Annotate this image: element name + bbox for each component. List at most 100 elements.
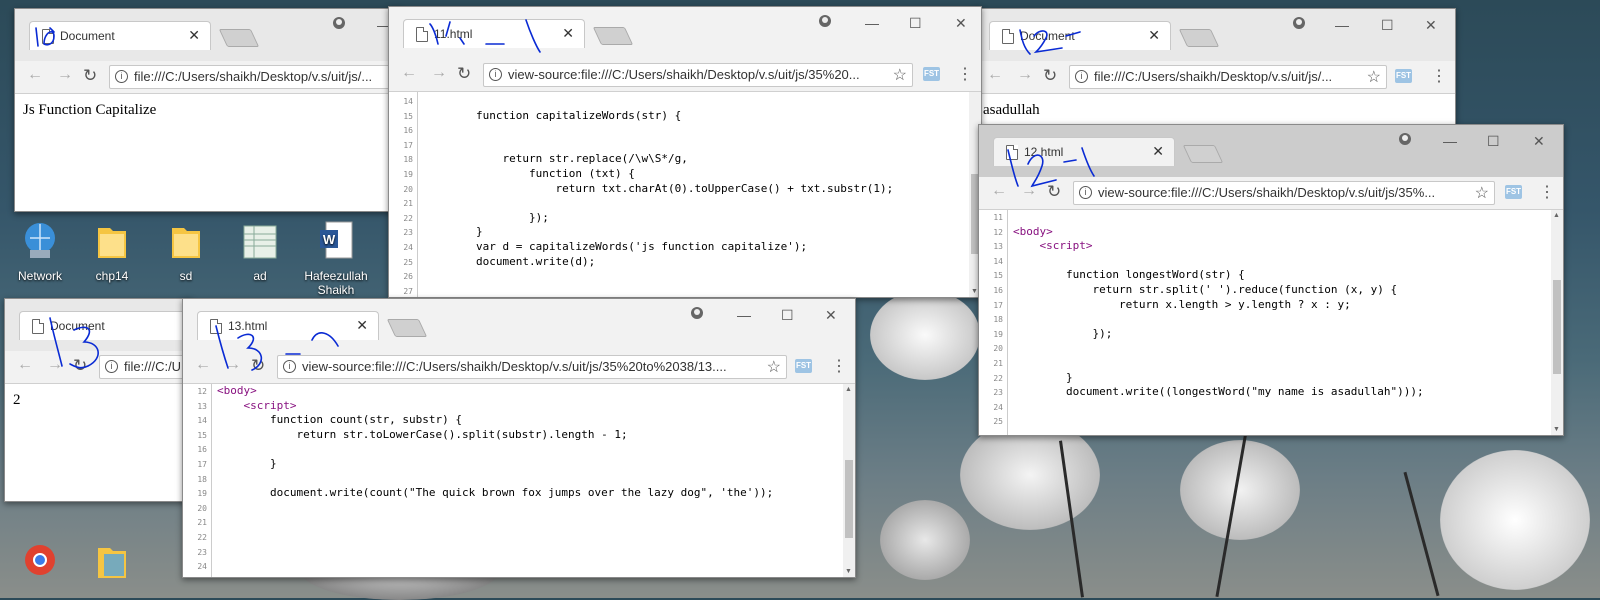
profile-icon[interactable] [1293,17,1305,29]
line-number: 19 [197,489,207,499]
new-tab-button[interactable] [218,29,260,47]
maximize-icon[interactable]: ☐ [781,307,794,324]
source-line: 27 [389,284,981,297]
new-tab-button[interactable] [1182,145,1224,163]
desktop-icon-chp14[interactable]: chp14 [72,220,152,283]
source-lines: 11 12 <body> 13 <script> 14 15 function longe… [979,210,1563,429]
source-code: document.write(d); [423,254,596,268]
line-number: 20 [197,503,207,513]
url-text: file:///C:/U [124,359,182,374]
new-tab-button[interactable] [1178,29,1220,47]
back-icon[interactable]: ← [987,66,1003,84]
maximize-icon[interactable]: ☐ [1381,17,1394,34]
address-bar[interactable]: i file:///C:/Users/shaikh/Desktop/v.s/ui… [109,65,401,89]
star-icon[interactable]: ☆ [767,357,781,377]
desktop-icon-ad[interactable]: ad [220,220,300,283]
desktop-icon-folder[interactable] [72,540,152,589]
minimize-icon[interactable]: — [865,15,879,31]
source-line: 17 } [183,457,855,472]
extension-icon[interactable]: FST [1505,185,1522,199]
info-icon[interactable]: i [115,70,128,83]
menu-icon[interactable]: ⋮ [1539,182,1555,202]
minimize-icon[interactable]: — [737,307,751,323]
maximize-icon[interactable]: ☐ [1487,133,1500,150]
star-icon[interactable]: ☆ [1475,183,1489,203]
scroll-up-arrow[interactable]: ▲ [845,386,852,393]
source-lines: 14 15 function capitalizeWords(str) {16 17… [389,94,981,297]
close-tab-icon[interactable]: ✕ [1148,27,1160,44]
extension-icon[interactable]: FST [1395,69,1412,83]
close-icon[interactable]: ✕ [955,15,967,32]
minimize-icon[interactable]: — [1443,133,1457,149]
profile-icon[interactable] [1399,133,1411,145]
desktop-icon-network[interactable]: Network [0,220,80,283]
menu-icon[interactable]: ⋮ [1431,66,1447,86]
info-icon[interactable]: i [1075,70,1088,83]
scroll-down-arrow[interactable]: ▼ [971,288,978,295]
desktop-icon-label: Network [17,269,62,283]
close-tab-icon[interactable]: ✕ [188,27,200,44]
close-icon[interactable]: ✕ [1533,133,1545,150]
info-icon[interactable]: i [489,68,502,81]
back-icon[interactable]: ← [401,64,417,82]
menu-icon[interactable]: ⋮ [957,64,973,84]
forward-icon[interactable]: → [57,66,73,84]
scroll-down-arrow[interactable]: ▼ [845,568,852,575]
source-view: 14 15 function capitalizeWords(str) {16 17… [389,92,981,297]
extension-icon[interactable]: FST [923,67,940,81]
close-icon[interactable]: ✕ [1425,17,1437,34]
profile-icon[interactable] [819,15,831,27]
source-line: 23 } [389,225,981,240]
star-icon[interactable]: ☆ [893,65,907,85]
reload-icon[interactable]: ↻ [83,66,97,86]
desktop-icon-label: sd [179,269,193,283]
new-tab-button[interactable] [592,27,634,45]
close-tab-icon[interactable]: ✕ [1152,143,1164,160]
new-tab-button[interactable] [386,319,428,337]
scroll-thumb[interactable] [845,460,853,538]
source-line: 20 [183,501,855,516]
folder-icon [98,548,126,578]
vertical-scrollbar[interactable]: ▲ ▼ [1551,210,1563,435]
line-number: 12 [197,387,207,396]
address-bar[interactable]: i file:///C:/Users/shaikh/Desktop/v.s/ui… [1069,65,1387,89]
menu-icon[interactable]: ⋮ [831,356,847,376]
line-number: 14 [993,256,1003,266]
scroll-up-arrow[interactable]: ▲ [1553,212,1560,219]
scroll-thumb[interactable] [1553,280,1561,374]
source-line: 16 [183,442,855,457]
close-tab-icon[interactable]: ✕ [356,317,368,334]
forward-icon[interactable]: → [1017,66,1033,84]
source-code: <body> [1013,224,1053,238]
reload-icon[interactable]: ↻ [1043,66,1057,86]
source-line: 21 [389,196,981,211]
address-bar[interactable]: i view-source:file:///C:/Users/shaikh/De… [277,355,787,379]
maximize-icon[interactable]: ☐ [909,15,922,32]
desktop-icon-hafeezullah[interactable]: W Hafeezullah Shaikh [296,220,376,297]
address-bar[interactable]: i view-source:file:///C:/Users/shaikh/De… [1073,181,1495,205]
scroll-down-arrow[interactable]: ▼ [1553,426,1560,433]
back-icon[interactable]: ← [27,66,43,84]
line-number: 21 [403,199,413,209]
vertical-scrollbar[interactable]: ▲ ▼ [843,384,855,577]
address-bar[interactable]: i view-source:file:///C:/Users/shaikh/De… [483,63,913,87]
handwritten-annotation-13 [215,325,339,371]
extension-icon[interactable]: FST [795,359,812,373]
back-icon[interactable]: ← [17,356,33,374]
desktop-icon-sd[interactable]: sd [146,220,226,283]
desktop-icon-label: Hafeezullah Shaikh [304,269,368,297]
line-number: 19 [993,329,1003,339]
desktop-icon-chrome[interactable] [0,540,80,589]
source-line: 25 [979,414,1563,429]
source-code: return txt.charAt(0).toUpperCase() + txt… [423,181,894,195]
line-number: 20 [993,344,1003,354]
star-icon[interactable]: ☆ [1367,67,1381,87]
minimize-icon[interactable]: — [1335,17,1349,33]
forward-icon[interactable]: → [431,64,447,82]
reload-icon[interactable]: ↻ [457,64,471,84]
source-line: 19 }); [979,327,1563,342]
profile-icon[interactable] [333,17,345,29]
toolbar: ← → ↻ i file:///C:/Users/shaikh/Desktop/… [15,61,401,94]
profile-icon[interactable] [691,307,703,319]
close-icon[interactable]: ✕ [825,307,837,324]
